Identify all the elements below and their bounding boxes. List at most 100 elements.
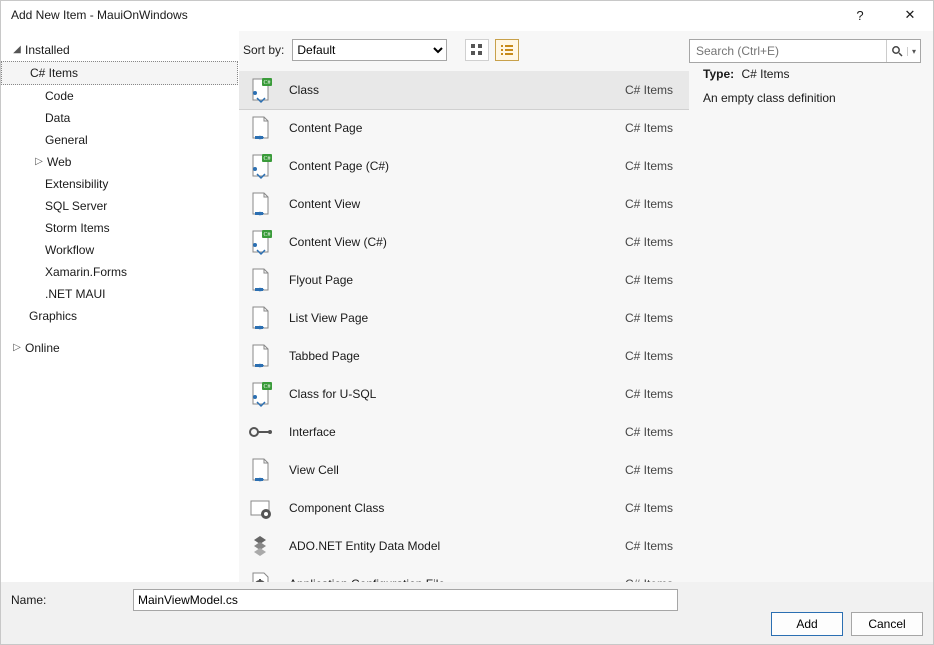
tree-item-label: C# Items bbox=[30, 66, 78, 80]
tree-item-c-items[interactable]: C# Items bbox=[1, 61, 238, 85]
template-row[interactable]: C# ClassC# Items bbox=[239, 71, 689, 109]
template-row[interactable]: C# Content View (C#)C# Items bbox=[239, 223, 689, 261]
window-title: Add New Item - MauiOnWindows bbox=[11, 8, 188, 22]
template-name: Interface bbox=[289, 425, 625, 439]
dialog-window: Add New Item - MauiOnWindows ? ✕ ▾ ◢ Ins… bbox=[0, 0, 934, 645]
help-button[interactable]: ? bbox=[845, 1, 875, 29]
template-row[interactable]: Application Configuration FileC# Items bbox=[239, 565, 689, 582]
template-row[interactable]: <> Flyout PageC# Items bbox=[239, 261, 689, 299]
template-row[interactable]: <>Tabbed PageC# Items bbox=[239, 337, 689, 375]
template-name: ADO.NET Entity Data Model bbox=[289, 539, 625, 553]
grid-icon bbox=[470, 43, 484, 57]
chevron-right-icon: ▷ bbox=[11, 342, 23, 354]
tree-item-label: General bbox=[45, 133, 88, 147]
component-icon bbox=[245, 493, 275, 523]
tree-item-label: Xamarin.Forms bbox=[45, 265, 127, 279]
xaml-page-icon: <> bbox=[245, 455, 275, 485]
tree-item-label: Extensibility bbox=[45, 177, 108, 191]
tree-item-sql-server[interactable]: SQL Server bbox=[1, 195, 238, 217]
svg-text:C#: C# bbox=[263, 232, 270, 238]
template-category: C# Items bbox=[625, 577, 677, 582]
close-button[interactable]: ✕ bbox=[895, 1, 925, 29]
template-row[interactable]: <>Content PageC# Items bbox=[239, 109, 689, 147]
name-label: Name: bbox=[11, 593, 123, 607]
template-row[interactable]: C# Content Page (C#)C# Items bbox=[239, 147, 689, 185]
tree-item-label: SQL Server bbox=[45, 199, 107, 213]
template-row[interactable]: <>View CellC# Items bbox=[239, 451, 689, 489]
sort-by-select[interactable]: Default bbox=[292, 39, 447, 61]
template-row[interactable]: <>Content ViewC# Items bbox=[239, 185, 689, 223]
template-category: C# Items bbox=[625, 83, 677, 97]
type-value: C# Items bbox=[741, 67, 789, 81]
search-box[interactable]: ▾ bbox=[689, 39, 921, 63]
tree-item-code[interactable]: Code bbox=[1, 85, 238, 107]
sort-by-label: Sort by: bbox=[243, 43, 284, 57]
tree-item-label: Code bbox=[45, 89, 74, 103]
toolbar: Sort by: Default bbox=[239, 31, 689, 71]
template-category: C# Items bbox=[625, 501, 677, 515]
template-name: Content Page (C#) bbox=[289, 159, 625, 173]
tree-item-data[interactable]: Data bbox=[1, 107, 238, 129]
svg-text:C#: C# bbox=[263, 156, 270, 162]
tree-item-storm-items[interactable]: Storm Items bbox=[1, 217, 238, 239]
template-name: Content View (C#) bbox=[289, 235, 625, 249]
tree-item-workflow[interactable]: Workflow bbox=[1, 239, 238, 261]
svg-text:C#: C# bbox=[263, 80, 270, 86]
template-row[interactable]: ADO.NET Entity Data ModelC# Items bbox=[239, 527, 689, 565]
csharp-class-icon: C# bbox=[245, 75, 275, 105]
chevron-right-icon: ▷ bbox=[33, 156, 45, 168]
search-input[interactable] bbox=[690, 44, 886, 58]
tree-item--net-maui[interactable]: .NET MAUI bbox=[1, 283, 238, 305]
template-row[interactable]: InterfaceC# Items bbox=[239, 413, 689, 451]
template-name: Content Page bbox=[289, 121, 625, 135]
template-row[interactable]: C#Class for U-SQLC# Items bbox=[239, 375, 689, 413]
details-pane: Type: C# Items An empty class definition bbox=[689, 31, 933, 582]
tree-item-label: Workflow bbox=[45, 243, 94, 257]
tree-item-graphics[interactable]: Graphics bbox=[1, 305, 238, 327]
tree-item-extensibility[interactable]: Extensibility bbox=[1, 173, 238, 195]
template-category: C# Items bbox=[625, 159, 677, 173]
template-list[interactable]: C#ClassC# Items<>Content PageC# ItemsC#C… bbox=[239, 71, 689, 582]
center-pane: Sort by: Default C#ClassC# Items<>Conten… bbox=[239, 31, 689, 582]
name-input[interactable] bbox=[133, 589, 678, 611]
template-name: Content View bbox=[289, 197, 625, 211]
footer: Name: Add Cancel bbox=[1, 582, 933, 644]
template-row[interactable]: <>List View PageC# Items bbox=[239, 299, 689, 337]
xaml-page-icon: <> bbox=[245, 113, 275, 143]
search-dropdown-icon[interactable]: ▾ bbox=[907, 47, 920, 56]
csharp-class-icon: C# bbox=[245, 227, 275, 257]
view-tiles-button[interactable] bbox=[465, 39, 489, 61]
add-button[interactable]: Add bbox=[771, 612, 843, 636]
view-list-button[interactable] bbox=[495, 39, 519, 61]
svg-text:C#: C# bbox=[263, 384, 270, 390]
category-tree: ◢ Installed C# ItemsCodeDataGeneral▷WebE… bbox=[1, 31, 239, 582]
template-name: List View Page bbox=[289, 311, 625, 325]
tree-item-label: Web bbox=[47, 155, 71, 169]
cancel-button[interactable]: Cancel bbox=[851, 612, 923, 636]
chevron-down-icon: ◢ bbox=[11, 44, 23, 56]
tree-item-general[interactable]: General bbox=[1, 129, 238, 151]
tree-online[interactable]: ▷ Online bbox=[1, 337, 238, 359]
template-name: Flyout Page bbox=[289, 273, 625, 287]
template-category: C# Items bbox=[625, 387, 677, 401]
type-label: Type: bbox=[703, 67, 734, 81]
list-icon bbox=[500, 43, 514, 57]
template-category: C# Items bbox=[625, 349, 677, 363]
search-icon[interactable] bbox=[886, 40, 907, 62]
tree-item-xamarin-forms[interactable]: Xamarin.Forms bbox=[1, 261, 238, 283]
tree-item-label: Graphics bbox=[29, 309, 77, 323]
xaml-page-icon: <> bbox=[245, 189, 275, 219]
tree-installed[interactable]: ◢ Installed bbox=[1, 39, 238, 61]
type-description: An empty class definition bbox=[703, 91, 921, 105]
tree-item-web[interactable]: ▷Web bbox=[1, 151, 238, 173]
template-category: C# Items bbox=[625, 425, 677, 439]
template-row[interactable]: Component ClassC# Items bbox=[239, 489, 689, 527]
tree-item-label: .NET MAUI bbox=[45, 287, 105, 301]
template-category: C# Items bbox=[625, 273, 677, 287]
template-category: C# Items bbox=[625, 311, 677, 325]
xaml-page-icon: <> bbox=[245, 265, 275, 295]
tree-item-label: Data bbox=[45, 111, 70, 125]
template-name: Class bbox=[289, 83, 625, 97]
template-name: Tabbed Page bbox=[289, 349, 625, 363]
template-category: C# Items bbox=[625, 235, 677, 249]
